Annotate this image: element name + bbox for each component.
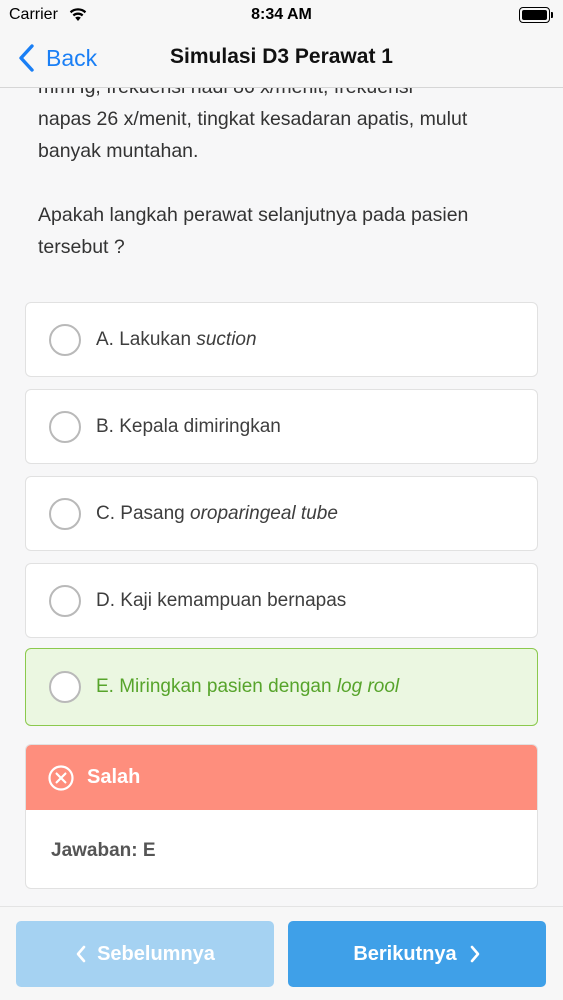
radio-button[interactable] (49, 671, 81, 703)
answer-option-c[interactable]: C. Pasang oroparingeal tube (25, 476, 538, 551)
question-content[interactable]: mmHg, frekuensi nadi 86 x/menit, frekuen… (0, 88, 563, 906)
result-header: Salah (26, 745, 537, 810)
navigation-bar: Back Simulasi D3 Perawat 1 (0, 30, 563, 88)
status-bar: Carrier 8:34 AM (0, 0, 563, 30)
answer-option-a[interactable]: A. Lakukan suction (25, 302, 538, 377)
circle-x-icon (48, 764, 74, 791)
chevron-right-icon (470, 945, 479, 963)
chevron-left-icon (76, 945, 86, 963)
option-label: A. Lakukan suction (96, 328, 257, 350)
previous-label: Sebelumnya (97, 942, 215, 965)
page-title: Simulasi D3 Perawat 1 (170, 45, 393, 68)
result-status: Salah (87, 766, 141, 788)
question-text: mmHg, frekuensi nadi 86 x/menit, frekuen… (38, 88, 538, 263)
radio-button[interactable] (49, 323, 81, 356)
correct-answer: Jawaban: E (51, 840, 156, 861)
radio-button[interactable] (49, 497, 81, 530)
battery-icon (519, 7, 553, 23)
option-label: E. Miringkan pasien dengan log rool (96, 676, 400, 697)
answer-option-e[interactable]: E. Miringkan pasien dengan log rool (25, 648, 538, 726)
question-line: mmHg, frekuensi nadi 86 x/menit, frekuen… (38, 88, 538, 103)
answer-option-b[interactable]: B. Kepala dimiringkan (25, 389, 538, 464)
result-card: Salah Jawaban: E (25, 744, 538, 889)
answer-option-d[interactable]: D. Kaji kemampuan bernapas (25, 563, 538, 638)
radio-button[interactable] (49, 584, 81, 617)
option-label: C. Pasang oroparingeal tube (96, 502, 338, 524)
question-line: napas 26 x/menit, tingkat kesadaran apat… (38, 108, 468, 130)
option-label: D. Kaji kemampuan bernapas (96, 589, 347, 611)
status-time: 8:34 AM (251, 6, 312, 23)
question-line: banyak muntahan. (38, 140, 199, 162)
previous-button[interactable]: Sebelumnya (16, 921, 274, 987)
next-label: Berikutnya (353, 942, 457, 965)
question-prompt: Apakah langkah perawat selanjutnya pada … (38, 204, 469, 226)
option-label: B. Kepala dimiringkan (96, 415, 281, 437)
footer-bar: Sebelumnya Berikutnya (0, 906, 563, 1000)
radio-button[interactable] (49, 410, 81, 443)
next-button[interactable]: Berikutnya (288, 921, 546, 987)
question-prompt: tersebut ? (38, 236, 125, 258)
